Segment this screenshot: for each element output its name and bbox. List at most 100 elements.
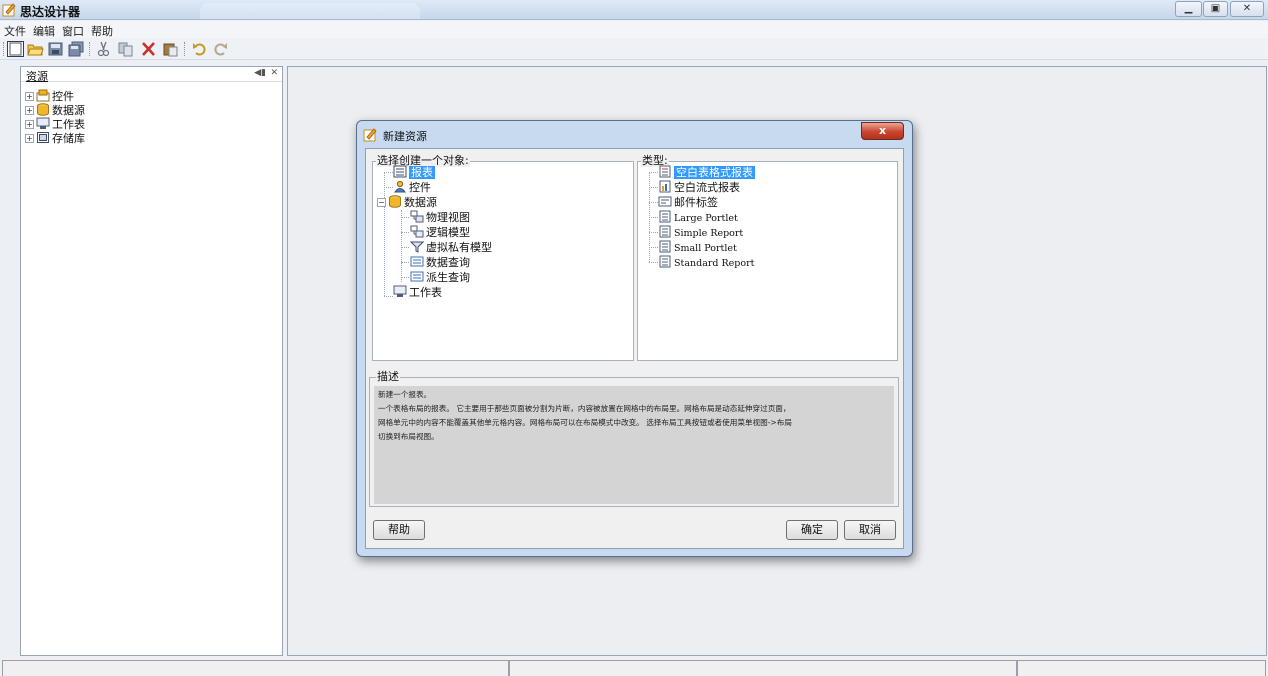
maximize-icon: ▣: [1210, 3, 1221, 14]
object-item-logical-model[interactable]: 逻辑模型: [410, 225, 470, 240]
paste-icon[interactable]: [162, 41, 179, 57]
status-cell-1: [2, 660, 509, 676]
app-icon: [2, 3, 16, 17]
dialog-close-button[interactable]: x: [861, 122, 904, 140]
object-label: 数据源: [404, 196, 437, 209]
menu-window[interactable]: 窗口: [58, 21, 87, 39]
physical-view-icon: [410, 210, 424, 223]
toolbar-separator: [89, 42, 90, 56]
type-item-simple-report[interactable]: Simple Report: [658, 225, 743, 240]
status-cell-2: [509, 660, 1017, 676]
object-item-virtual-private-model[interactable]: 虚拟私有模型: [410, 240, 492, 255]
tree-line: [384, 187, 393, 188]
tree-line: [649, 202, 658, 203]
control-icon: [36, 89, 50, 102]
type-group: 类型: 空白表格式报表 空白流式报表 邮件标签 Large Portlet Si: [637, 154, 898, 361]
tree-item-controls[interactable]: + 控件: [25, 89, 74, 103]
cut-icon[interactable]: [95, 41, 112, 57]
collapse-icon[interactable]: −: [377, 198, 386, 207]
object-label: 派生查询: [426, 271, 470, 284]
panel-close-icon[interactable]: ✕: [270, 68, 278, 78]
menu-help[interactable]: 帮助: [87, 21, 116, 39]
tree-line: [384, 172, 393, 173]
dialog-title-bar[interactable]: 新建资源 x: [357, 121, 912, 147]
object-item-worksheet[interactable]: 工作表: [393, 285, 442, 300]
expand-icon[interactable]: +: [25, 134, 34, 143]
ok-button[interactable]: 确定: [786, 520, 838, 540]
menu-bar: 文件 编辑 窗口 帮助: [0, 21, 1268, 38]
type-item-standard-report[interactable]: Standard Report: [658, 255, 754, 270]
description-text: 新建一个报表。 一个表格布局的报表。 它主要用于那些页面被分割为片断，内容被放置…: [374, 386, 894, 446]
save-icon[interactable]: [47, 41, 64, 57]
type-label: 空白表格式报表: [674, 166, 755, 179]
type-label: Standard Report: [674, 258, 755, 269]
object-item-report[interactable]: 报表: [393, 165, 435, 180]
type-item-large-portlet[interactable]: Large Portlet: [658, 210, 738, 225]
expand-icon[interactable]: +: [25, 92, 34, 101]
object-label: 控件: [409, 181, 431, 194]
minimize-button[interactable]: ▁: [1175, 1, 1202, 17]
tree-line: [649, 217, 658, 218]
expand-icon[interactable]: +: [25, 106, 34, 115]
maximize-button[interactable]: ▣: [1203, 1, 1228, 17]
portlet-icon: [659, 240, 671, 253]
close-icon: ✕: [1242, 3, 1252, 14]
dialog-title: 新建资源: [383, 130, 427, 143]
data-query-icon: [410, 256, 424, 267]
resource-panel-header: 资源 ◀▮ ✕: [21, 67, 282, 83]
object-item-data-query[interactable]: 数据查询: [410, 255, 470, 270]
type-item-flow-report[interactable]: 空白流式报表: [658, 180, 740, 195]
object-item-control[interactable]: 控件: [393, 180, 431, 195]
derived-query-icon: [410, 271, 424, 282]
tree-item-repository[interactable]: + 存储库: [25, 131, 85, 145]
object-label: 数据查询: [426, 256, 470, 269]
redo-icon[interactable]: [212, 41, 229, 57]
new-icon[interactable]: [7, 41, 24, 57]
portlet-icon: [659, 255, 671, 268]
expand-icon[interactable]: +: [25, 120, 34, 129]
type-item-small-portlet[interactable]: Small Portlet: [658, 240, 737, 255]
undo-icon[interactable]: [191, 41, 208, 57]
tree-line: [649, 232, 658, 233]
help-button[interactable]: 帮助: [373, 520, 425, 540]
pin-icon[interactable]: ◀▮: [254, 68, 266, 78]
tree-line: [649, 262, 658, 263]
toolbar-separator-2: [184, 42, 185, 56]
tree-item-worksheet[interactable]: + 工作表: [25, 117, 85, 131]
tree-item-datasource[interactable]: + 数据源: [25, 103, 85, 117]
background-tab: [200, 3, 420, 19]
tree-line: [401, 217, 409, 218]
logical-model-icon: [410, 225, 424, 238]
cancel-button[interactable]: 取消: [844, 520, 896, 540]
flow-report-icon: [659, 180, 671, 193]
virtual-private-model-icon: [410, 241, 424, 253]
object-label: 工作表: [409, 286, 442, 299]
object-item-datasource[interactable]: − 数据源: [377, 195, 437, 210]
copy-icon[interactable]: [117, 41, 134, 57]
description-line: 一个表格布局的报表。 它主要用于那些页面被分割为片断，内容被放置在网格中的布局里…: [378, 404, 791, 413]
report-icon: [393, 165, 407, 178]
object-group: 选择创建一个对象: 报表 控件 − 数据源 物理视图 逻辑模型 虚拟私有模型 数…: [372, 154, 634, 361]
status-cell-3: [1017, 660, 1266, 676]
description-line: 网格单元中的内容不能覆盖其他单元格内容。网格布局可以在布局模式中改变。 选择布局…: [378, 418, 792, 427]
tree-line: [401, 210, 402, 282]
window-close-button[interactable]: ✕: [1230, 1, 1264, 17]
portlet-icon: [659, 225, 671, 238]
menu-edit[interactable]: 编辑: [29, 21, 58, 39]
type-item-tabular-report[interactable]: 空白表格式报表: [658, 165, 755, 180]
type-item-mail-label[interactable]: 邮件标签: [658, 195, 718, 210]
type-label: Small Portlet: [674, 243, 737, 254]
type-label: Large Portlet: [674, 213, 738, 224]
object-item-derived-query[interactable]: 派生查询: [410, 270, 470, 285]
tabular-report-icon: [659, 165, 671, 178]
toolbar-grip: [3, 42, 4, 56]
toolbar: [0, 38, 1268, 60]
tree-item-label: 存储库: [52, 132, 85, 145]
menu-file[interactable]: 文件: [0, 21, 29, 39]
object-label: 逻辑模型: [426, 226, 470, 239]
object-item-physical-view[interactable]: 物理视图: [410, 210, 470, 225]
delete-icon[interactable]: [140, 41, 157, 57]
save-all-icon[interactable]: [68, 41, 85, 57]
object-label: 报表: [409, 166, 435, 179]
open-icon[interactable]: [27, 41, 44, 57]
